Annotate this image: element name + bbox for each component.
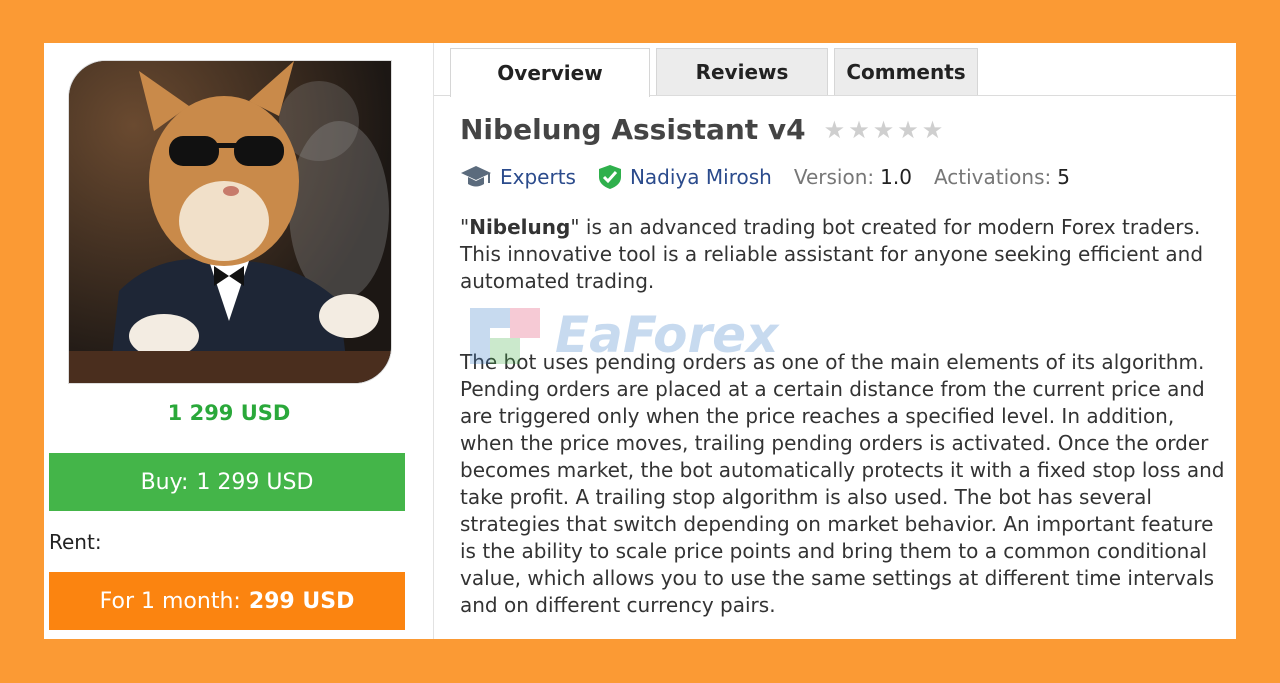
author-link[interactable]: Nadiya Mirosh	[630, 165, 772, 189]
product-card: 1 299 USD Buy: 1 299 USD Rent: For 1 mon…	[44, 43, 1236, 639]
cat-in-suit-image	[69, 61, 391, 383]
buy-button-prefix: Buy:	[140, 469, 189, 495]
product-title: Nibelung Assistant v4	[460, 113, 806, 146]
version-value: 1.0	[880, 165, 912, 189]
product-sidebar: 1 299 USD Buy: 1 299 USD Rent: For 1 mon…	[44, 43, 434, 639]
description-p1-text: " is an advanced trading bot created for…	[460, 215, 1204, 293]
description-paragraph-1: "Nibelung" is an advanced trading bot cr…	[460, 214, 1230, 295]
graduation-cap-icon	[461, 166, 491, 187]
star-icon[interactable]: ★	[848, 116, 871, 144]
star-icon[interactable]: ★	[824, 116, 847, 144]
rating-stars[interactable]: ★ ★ ★ ★ ★	[824, 116, 945, 144]
star-icon[interactable]: ★	[873, 116, 896, 144]
tab-reviews[interactable]: Reviews	[656, 48, 828, 95]
product-description: "Nibelung" is an advanced trading bot cr…	[460, 214, 1230, 619]
tab-comments[interactable]: Comments	[834, 48, 978, 95]
product-price: 1 299 USD	[167, 401, 291, 425]
description-open-quote: "	[460, 215, 470, 239]
buy-button-price: 1 299 USD	[196, 469, 314, 495]
rent-label: Rent:	[49, 530, 102, 554]
activations-value: 5	[1057, 165, 1070, 189]
activations-label: Activations:	[933, 165, 1052, 189]
tab-bar: Overview Reviews Comments	[434, 43, 1236, 97]
product-image	[68, 60, 392, 384]
rent-button-prefix: For 1 month:	[99, 588, 241, 614]
version-label: Version:	[793, 165, 875, 189]
description-product-name: Nibelung	[469, 215, 571, 239]
verified-shield-icon	[598, 165, 621, 189]
star-icon[interactable]: ★	[897, 116, 920, 144]
category-link[interactable]: Experts	[500, 165, 576, 189]
description-paragraph-2: The bot uses pending orders as one of th…	[460, 350, 1225, 617]
overview-content: Nibelung Assistant v4 ★ ★ ★ ★ ★ Experts	[460, 113, 1230, 619]
star-icon[interactable]: ★	[922, 116, 945, 144]
buy-button[interactable]: Buy: 1 299 USD	[49, 453, 405, 511]
product-meta: Experts Nadiya Mirosh Version: 1.0 Activ…	[460, 164, 1230, 190]
tab-overview[interactable]: Overview	[450, 48, 650, 97]
rent-button[interactable]: For 1 month: 299 USD	[49, 572, 405, 630]
rent-button-price: 299 USD	[248, 588, 355, 614]
